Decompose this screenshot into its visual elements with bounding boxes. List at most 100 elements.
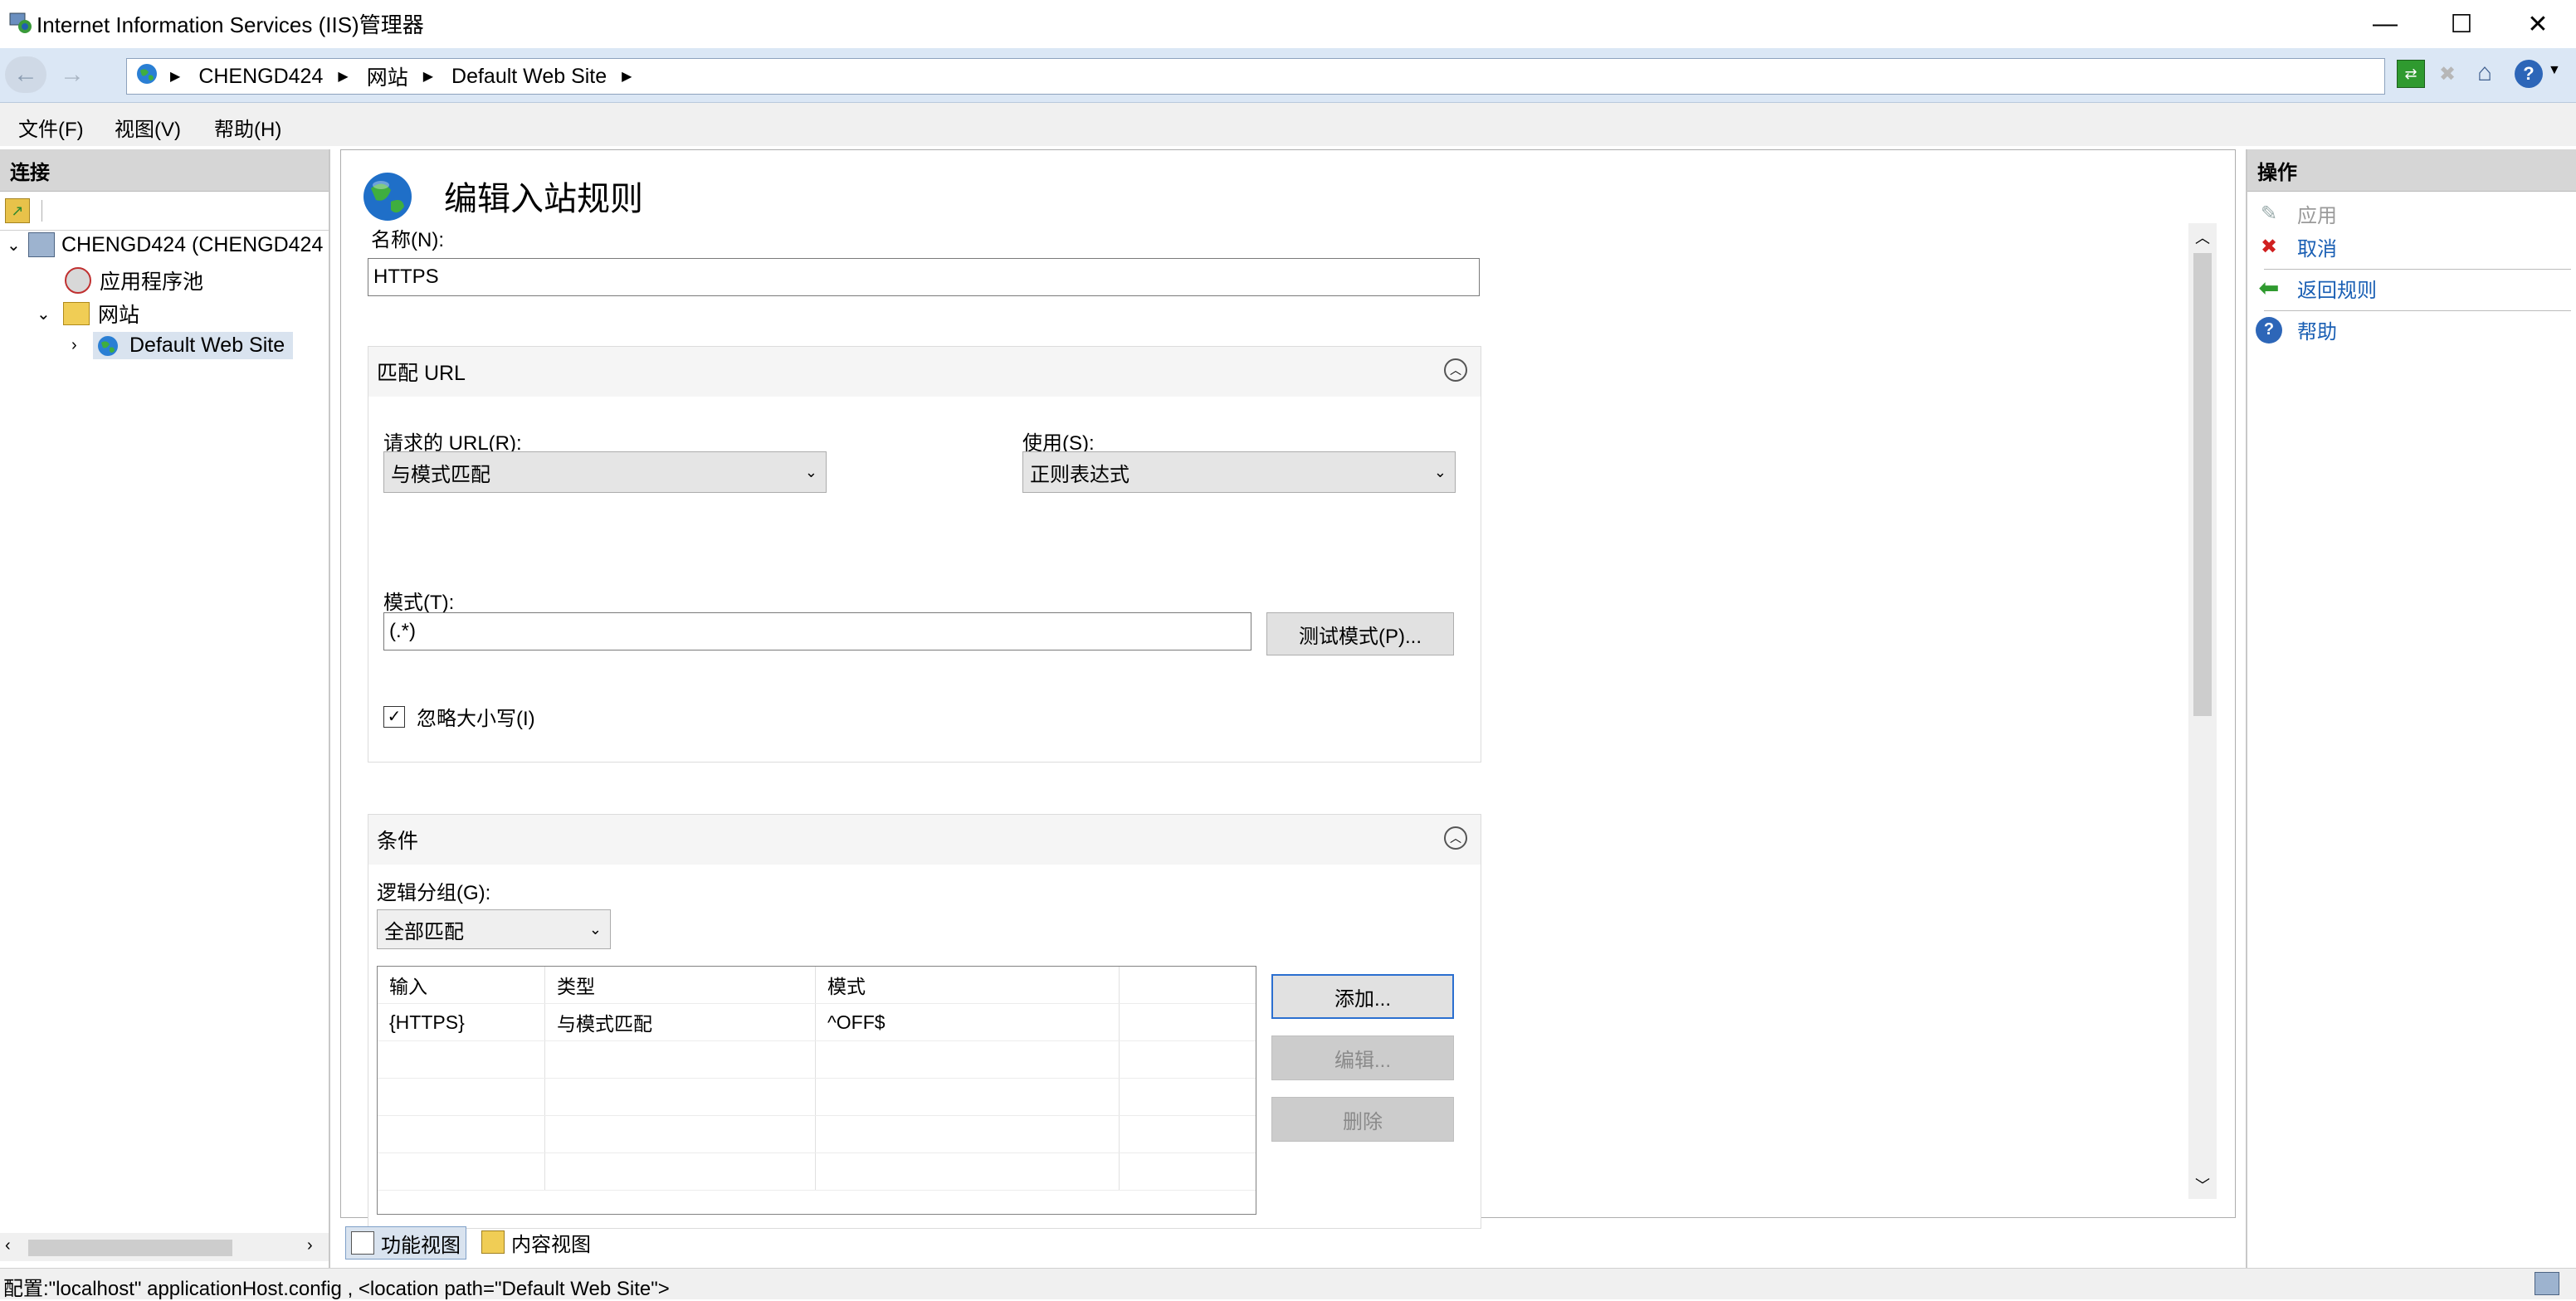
minimize-button[interactable]: — xyxy=(2347,0,2423,48)
home-icon[interactable]: ⌂ xyxy=(2470,58,2500,88)
help-icon: ? xyxy=(2256,316,2282,344)
close-button[interactable]: ✕ xyxy=(2500,0,2576,48)
scroll-up-icon[interactable]: ︿ xyxy=(2195,227,2210,248)
table-row-empty xyxy=(378,1078,1256,1116)
scroll-right-icon[interactable]: › xyxy=(307,1236,313,1255)
expand-chevron-icon[interactable]: ⌄ xyxy=(37,304,63,324)
menu-view[interactable]: 视图(V) xyxy=(115,113,181,142)
crumb-sites[interactable]: 网站 xyxy=(367,61,408,91)
chevron-down-icon: ⌄ xyxy=(804,463,817,480)
pattern-field[interactable]: (.*) xyxy=(383,612,1251,650)
tree-label-server: CHENGD424 (CHENGD424 xyxy=(61,232,324,256)
action-back-label: 返回规则 xyxy=(2297,280,2377,302)
match-url-header: 匹配 URL xyxy=(368,347,1481,397)
edit-condition-button[interactable]: 编辑... xyxy=(1271,1035,1454,1080)
conditions-title: 条件 xyxy=(377,830,419,853)
column-header-type[interactable]: 类型 xyxy=(544,967,816,1004)
menu-help[interactable]: 帮助(H) xyxy=(214,113,281,142)
title-bar: Internet Information Services (IIS)管理器 —… xyxy=(0,0,2576,48)
tree-item-sites[interactable]: ⌄ 网站 xyxy=(37,299,139,329)
tree-label-default-site: Default Web Site xyxy=(129,334,285,357)
logical-grouping-value: 全部匹配 xyxy=(384,920,464,943)
logical-grouping-select[interactable]: 全部匹配 ⌄ xyxy=(377,909,611,949)
collapse-icon[interactable]: ︿ xyxy=(1444,826,1467,850)
stop-icon[interactable]: ✖ xyxy=(2433,60,2461,88)
horizontal-scrollbar[interactable]: ‹ › xyxy=(0,1233,329,1261)
apply-icon: ✎ xyxy=(2260,202,2278,225)
tree-item-app-pools[interactable]: 应用程序池 xyxy=(65,266,203,295)
globe-icon xyxy=(135,62,159,91)
page-title: 编辑入站规则 xyxy=(444,181,643,217)
scroll-down-icon[interactable]: ﹀ xyxy=(2195,1174,2210,1196)
crumb-default-site[interactable]: Default Web Site xyxy=(451,65,607,89)
action-cancel-label: 取消 xyxy=(2297,238,2337,261)
scroll-left-icon[interactable]: ‹ xyxy=(5,1236,11,1255)
collapse-icon[interactable]: ︿ xyxy=(1444,358,1467,382)
tree-item-server[interactable]: ⌄ CHENGD424 (CHENGD424 xyxy=(7,232,323,257)
name-field[interactable]: HTTPS xyxy=(368,258,1480,296)
ignore-case-option[interactable]: ✓ 忽略大小写(I) xyxy=(383,702,535,731)
content-view-icon xyxy=(481,1230,505,1254)
globe-icon xyxy=(361,170,414,223)
column-header-pattern[interactable]: 模式 xyxy=(815,967,1120,1004)
back-arrow-icon: ⬅ xyxy=(2258,275,2280,302)
server-icon xyxy=(28,232,55,257)
action-cancel[interactable]: ✖ 取消 xyxy=(2256,232,2337,261)
conditions-table[interactable]: 输入 类型 模式 {HTTPS} 与模式匹配 ^OFF$ xyxy=(377,966,1256,1215)
logical-grouping-label: 逻辑分组(G): xyxy=(377,882,491,904)
tab-content-view-label: 内容视图 xyxy=(511,1233,591,1256)
actions-pane: 操作 ✎ 应用 ✖ 取消 ⬅ 返回规则 ? 帮助 xyxy=(2246,149,2576,1269)
table-row[interactable]: {HTTPS} 与模式匹配 ^OFF$ xyxy=(378,1003,1256,1041)
test-pattern-button[interactable]: 测试模式(P)... xyxy=(1266,612,1454,655)
collapse-chevron-icon[interactable]: › xyxy=(71,336,93,355)
folder-globe-icon xyxy=(63,302,90,325)
tab-features-view[interactable]: 功能视图 xyxy=(345,1226,466,1260)
tab-features-view-label: 功能视图 xyxy=(381,1234,461,1257)
menu-file[interactable]: 文件(F) xyxy=(18,113,84,142)
scroll-thumb[interactable] xyxy=(28,1240,232,1256)
tab-content-view[interactable]: 内容视图 xyxy=(476,1226,596,1258)
connect-icon[interactable]: ↗ xyxy=(5,198,30,223)
column-header-input[interactable]: 输入 xyxy=(378,967,545,1004)
delete-condition-button[interactable]: 删除 xyxy=(1271,1097,1454,1142)
chevron-down-icon[interactable]: ▼ xyxy=(2548,63,2561,78)
cell-pattern: ^OFF$ xyxy=(815,1003,1120,1041)
tree-label-app-pools: 应用程序池 xyxy=(100,270,204,294)
forward-arrow-icon: → xyxy=(60,61,85,88)
cell-type: 与模式匹配 xyxy=(544,1003,816,1041)
expand-chevron-icon[interactable]: ⌄ xyxy=(7,235,28,256)
crumb-separator-icon: ▶ xyxy=(338,70,349,84)
action-help-label: 帮助 xyxy=(2297,321,2337,344)
crumb-server[interactable]: CHENGD424 xyxy=(198,65,323,89)
globe-icon xyxy=(96,334,120,358)
match-url-section: 匹配 URL ︿ 请求的 URL(R): 与模式匹配 ⌄ 使用(S): 正则表达… xyxy=(368,346,1481,763)
back-button[interactable]: ← xyxy=(5,56,46,93)
tree-item-default-site[interactable]: › Default Web Site xyxy=(71,332,294,359)
ignore-case-checkbox[interactable]: ✓ xyxy=(383,705,405,728)
action-apply[interactable]: ✎ 应用 xyxy=(2256,199,2337,228)
ignore-case-label: 忽略大小写(I) xyxy=(417,708,535,730)
table-row-empty xyxy=(378,1152,1256,1191)
table-header-row: 输入 类型 模式 xyxy=(378,967,1256,1004)
using-select[interactable]: 正则表达式 ⌄ xyxy=(1022,451,1456,493)
action-apply-label: 应用 xyxy=(2297,205,2337,227)
help-dropdown-icon[interactable]: ? xyxy=(2515,60,2543,88)
status-bar: 配置:"localhost" applicationHost.config , … xyxy=(0,1268,2576,1300)
view-tabs: 功能视图 内容视图 xyxy=(340,1220,1336,1263)
add-condition-button[interactable]: 添加... xyxy=(1271,974,1454,1019)
using-value: 正则表达式 xyxy=(1030,463,1129,486)
refresh-icon[interactable]: ⇄ xyxy=(2397,60,2425,88)
maximize-button[interactable]: ☐ xyxy=(2423,0,2500,48)
scroll-thumb[interactable] xyxy=(2193,253,2212,716)
toolbar-divider xyxy=(41,200,42,222)
chevron-down-icon: ⌄ xyxy=(1433,463,1447,480)
connections-toolbar: ↗ xyxy=(0,192,329,231)
vertical-scrollbar[interactable]: ︿ ﹀ xyxy=(2188,223,2217,1199)
action-help[interactable]: ? 帮助 xyxy=(2256,315,2337,344)
app-pool-icon xyxy=(65,267,91,294)
actions-header: 操作 xyxy=(2247,149,2576,192)
action-back-to-rules[interactable]: ⬅ 返回规则 xyxy=(2256,274,2377,303)
address-field[interactable]: ▶ CHENGD424 ▶ 网站 ▶ Default Web Site ▶ xyxy=(126,58,2385,95)
requested-url-select[interactable]: 与模式匹配 ⌄ xyxy=(383,451,827,493)
forward-button[interactable]: → xyxy=(51,56,93,93)
